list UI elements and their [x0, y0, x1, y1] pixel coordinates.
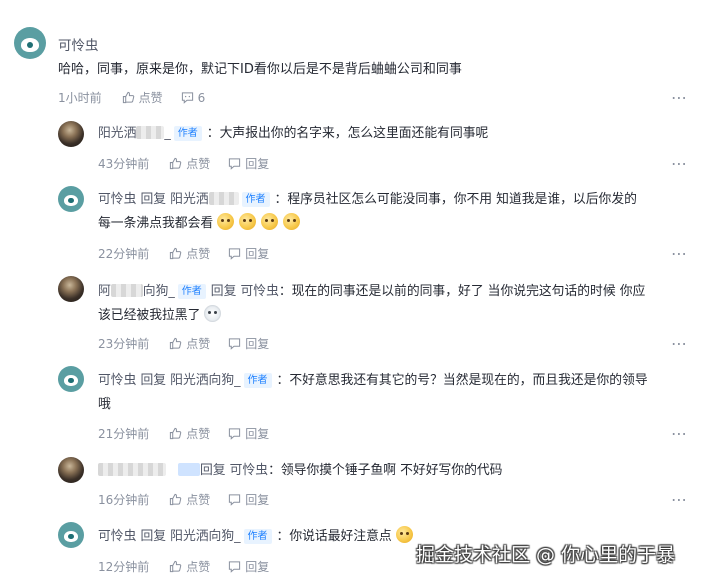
more-icon[interactable]: ⋯	[671, 336, 688, 352]
thumb-up-icon	[170, 337, 182, 350]
avatar[interactable]	[58, 121, 84, 147]
smile-emoji	[395, 526, 413, 543]
reply-meta: 23分钟前 点赞 回复	[98, 335, 287, 352]
smile-emoji	[239, 213, 257, 230]
reply-author[interactable]: 可怜虫	[98, 529, 136, 544]
reply-target[interactable]: 阳光洒	[170, 192, 239, 207]
reply-button[interactable]: 回复	[228, 335, 269, 352]
like-button[interactable]: 点赞	[169, 491, 210, 508]
reply-time: 22分钟前	[98, 247, 150, 261]
reply-text: 可怜虫 回复 阳光洒 作者 ：程序员社区怎么可能没同事，你不用 知道我是谁，以后你发…	[98, 192, 637, 231]
reply-text: 可怜虫 回复 阳光洒向狗_ 作者 ：不好意思我还有其它的号？当然是现在的，而且我还是…	[98, 373, 648, 412]
reply-author[interactable]: 阿向狗_	[98, 284, 175, 299]
reply-button[interactable]: 回复	[228, 558, 269, 575]
like-button[interactable]: 点赞	[169, 155, 210, 172]
avatar[interactable]	[14, 27, 46, 59]
reply-author[interactable]	[98, 463, 166, 478]
cat-emoji	[204, 305, 222, 322]
more-icon[interactable]: ⋯	[671, 246, 688, 262]
comment-text: 哈哈，同事，原来是你，默记下ID看你以后是不是背后蛐蛐公司和同事	[58, 62, 462, 77]
author-tag: 作者	[177, 284, 206, 299]
comment-icon	[229, 248, 241, 260]
comment-time: 1小时前	[58, 91, 102, 105]
avatar[interactable]	[58, 366, 84, 392]
thumb-up-icon	[170, 157, 182, 170]
like-button[interactable]: 点赞	[169, 558, 210, 575]
comment-icon	[229, 428, 241, 440]
like-button[interactable]: 点赞	[169, 245, 210, 262]
reply-author[interactable]: 可怜虫	[98, 373, 136, 388]
more-icon[interactable]: ⋯	[671, 156, 688, 172]
watermark: 掘金技术社区 @ 你心里的于暴	[416, 544, 676, 566]
reply-target[interactable]: 阳光洒向狗_	[170, 529, 240, 544]
reply-button[interactable]: 回复	[228, 491, 269, 508]
reply-meta: 22分钟前 点赞 回复	[98, 245, 287, 262]
reply-time: 16分钟前	[98, 493, 150, 507]
reply-text: 回复 可怜虫：领导你摸个锤子鱼啊 不好好写你的代码	[98, 459, 698, 483]
reply-target[interactable]: 可怜虫	[230, 463, 268, 478]
thumb-up-icon	[122, 91, 134, 104]
reply-target[interactable]: 可怜虫	[240, 284, 278, 299]
avatar[interactable]	[58, 522, 84, 548]
author-tag: 作者	[243, 373, 272, 388]
thumb-up-icon	[170, 427, 182, 440]
reply-time: 12分钟前	[98, 560, 150, 574]
comment-icon	[181, 92, 193, 104]
more-icon[interactable]: ⋯	[671, 426, 688, 442]
avatar[interactable]	[58, 457, 84, 483]
comment-icon	[229, 561, 241, 573]
comment-author[interactable]: 可怜虫	[58, 34, 99, 54]
avatar[interactable]	[58, 276, 84, 302]
reply-time: 21分钟前	[98, 427, 150, 441]
like-button[interactable]: 点赞	[169, 335, 210, 352]
reply-text: 阳光洒 _ 作者 ：大声报出你的名字来，怎么这里面还能有同事呢	[98, 126, 489, 141]
author-tag: 作者	[243, 529, 272, 544]
avatar[interactable]	[58, 186, 84, 212]
smile-emoji	[261, 213, 279, 230]
smile-emoji	[283, 213, 301, 230]
reply-meta: 16分钟前 点赞 回复	[98, 491, 287, 508]
reply-button[interactable]: 回复	[228, 425, 269, 442]
reply-text: 阿向狗_ 作者 回复 可怜虫：现在的同事还是以前的同事，好了 当你说完这句话的时候 …	[98, 284, 646, 323]
thumb-up-icon	[170, 493, 182, 506]
author-tag	[178, 463, 200, 476]
like-button[interactable]: 点赞	[122, 89, 163, 106]
reply-time: 23分钟前	[98, 337, 150, 351]
comment-icon	[229, 494, 241, 506]
smile-emoji	[217, 213, 235, 230]
author-tag: 作者	[173, 126, 202, 141]
more-icon[interactable]: ⋯	[671, 90, 688, 106]
reply-button[interactable]: 回复	[228, 155, 269, 172]
comment-meta: 1小时前 点赞 6	[58, 89, 223, 106]
reply-author[interactable]: 可怜虫	[98, 192, 136, 207]
comment-count-button[interactable]: 6	[181, 91, 205, 105]
comment-icon	[229, 158, 241, 170]
more-icon[interactable]: ⋯	[671, 492, 688, 508]
like-button[interactable]: 点赞	[169, 425, 210, 442]
thumb-up-icon	[170, 247, 182, 260]
thumb-up-icon	[170, 560, 182, 573]
comment-icon	[229, 338, 241, 350]
author-tag: 作者	[241, 192, 270, 207]
reply-meta: 43分钟前 点赞 回复	[98, 155, 287, 172]
reply-meta: 12分钟前 点赞 回复	[98, 558, 287, 575]
reply-author[interactable]: 阳光洒 _	[98, 126, 171, 141]
reply-meta: 21分钟前 点赞 回复	[98, 425, 287, 442]
reply-target[interactable]: 阳光洒向狗_	[170, 373, 240, 388]
reply-button[interactable]: 回复	[228, 245, 269, 262]
reply-time: 43分钟前	[98, 157, 150, 171]
